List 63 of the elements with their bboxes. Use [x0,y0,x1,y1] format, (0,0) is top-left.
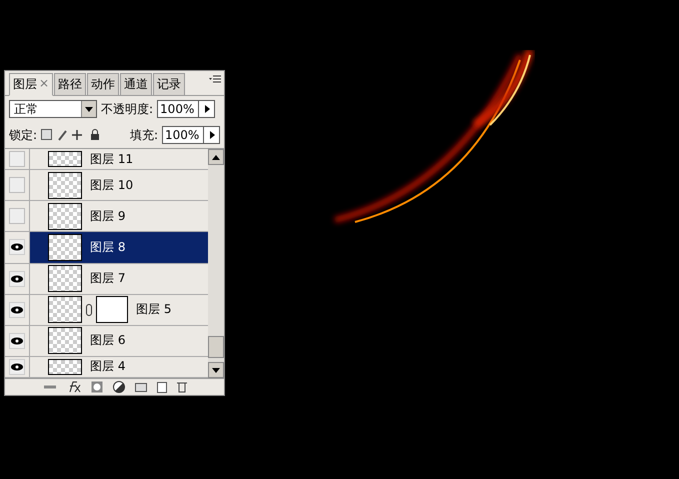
layer-name: 图层 6 [90,332,126,350]
eye-icon[interactable] [11,362,23,371]
layer-row[interactable]: 图层 8 [5,232,208,264]
layer-name: 图层 8 [90,238,126,256]
layer-name: 图层 5 [136,301,172,318]
layer-thumbnail [48,358,82,375]
scroll-down-button[interactable] [208,362,224,378]
eye-icon[interactable] [11,306,23,314]
visibility-toggle[interactable] [9,358,25,375]
new-layer-icon[interactable] [156,382,166,392]
layer-thumbnail [48,234,82,261]
layer-thumbnail [48,202,82,230]
layer-thumbnail [48,151,82,168]
layer-name: 图层 10 [90,176,134,194]
fx-icon[interactable] [66,381,80,393]
layer-row[interactable]: 图层 4 [5,356,208,378]
adjustment-icon[interactable] [112,381,124,393]
opacity-field[interactable]: 100% [157,100,216,118]
panel-tab[interactable]: 动作 [87,73,120,96]
trash-icon[interactable] [176,381,186,393]
scroll-up-icon [211,152,221,162]
visibility-toggle[interactable] [9,151,25,168]
layer-row[interactable]: 图层 10 [5,170,208,202]
menu-icon[interactable] [209,74,221,84]
visibility-toggle[interactable] [9,332,25,349]
layer-row[interactable]: 图层 11 [5,149,208,170]
layer-row[interactable]: 图层 5 [5,294,208,326]
layer-row[interactable]: 图层 7 [5,264,208,295]
panel-tab[interactable]: 图层 × [9,73,54,96]
scroll-thumb[interactable] [208,336,224,358]
layer-thumbnail [48,327,82,354]
folder-icon[interactable] [134,382,146,392]
panel-tab[interactable]: 通道 [120,73,152,96]
layer-thumbnail [48,172,82,199]
layer-row[interactable]: 图层 6 [5,326,208,357]
layer-thumbnail [48,265,82,292]
panel-tab[interactable]: 路径 [54,73,86,96]
layer-name: 图层 4 [90,358,126,376]
eye-icon[interactable] [11,243,23,252]
visibility-toggle[interactable] [9,239,25,256]
mask-icon[interactable] [90,381,102,393]
fill-field[interactable]: 100% [162,126,220,144]
mask-thumbnail [96,296,128,324]
lock-label: 锁定: [9,126,38,144]
eye-icon[interactable] [11,336,23,345]
opacity-label: 不透明度: [101,100,154,118]
layer-name: 图层 11 [90,150,134,168]
scroll-down-icon [211,366,221,374]
visibility-toggle[interactable] [9,270,25,287]
visibility-toggle[interactable] [9,177,25,194]
layer-name: 图层 9 [90,208,126,225]
layer-row[interactable]: 图层 9 [5,201,208,232]
visibility-toggle[interactable] [9,302,25,318]
layer-name: 图层 7 [90,270,126,288]
layer-thumbnail [48,296,82,324]
scrollbar[interactable] [208,149,224,378]
eye-icon[interactable] [11,274,23,283]
caret-icon [84,104,94,114]
visibility-toggle[interactable] [9,208,25,224]
panel-tab[interactable]: 记录 [153,73,186,96]
fill-label: 填充: [130,126,158,144]
scroll-up-button[interactable] [208,149,224,165]
blend-mode-dropdown[interactable]: 正常 [9,100,97,118]
